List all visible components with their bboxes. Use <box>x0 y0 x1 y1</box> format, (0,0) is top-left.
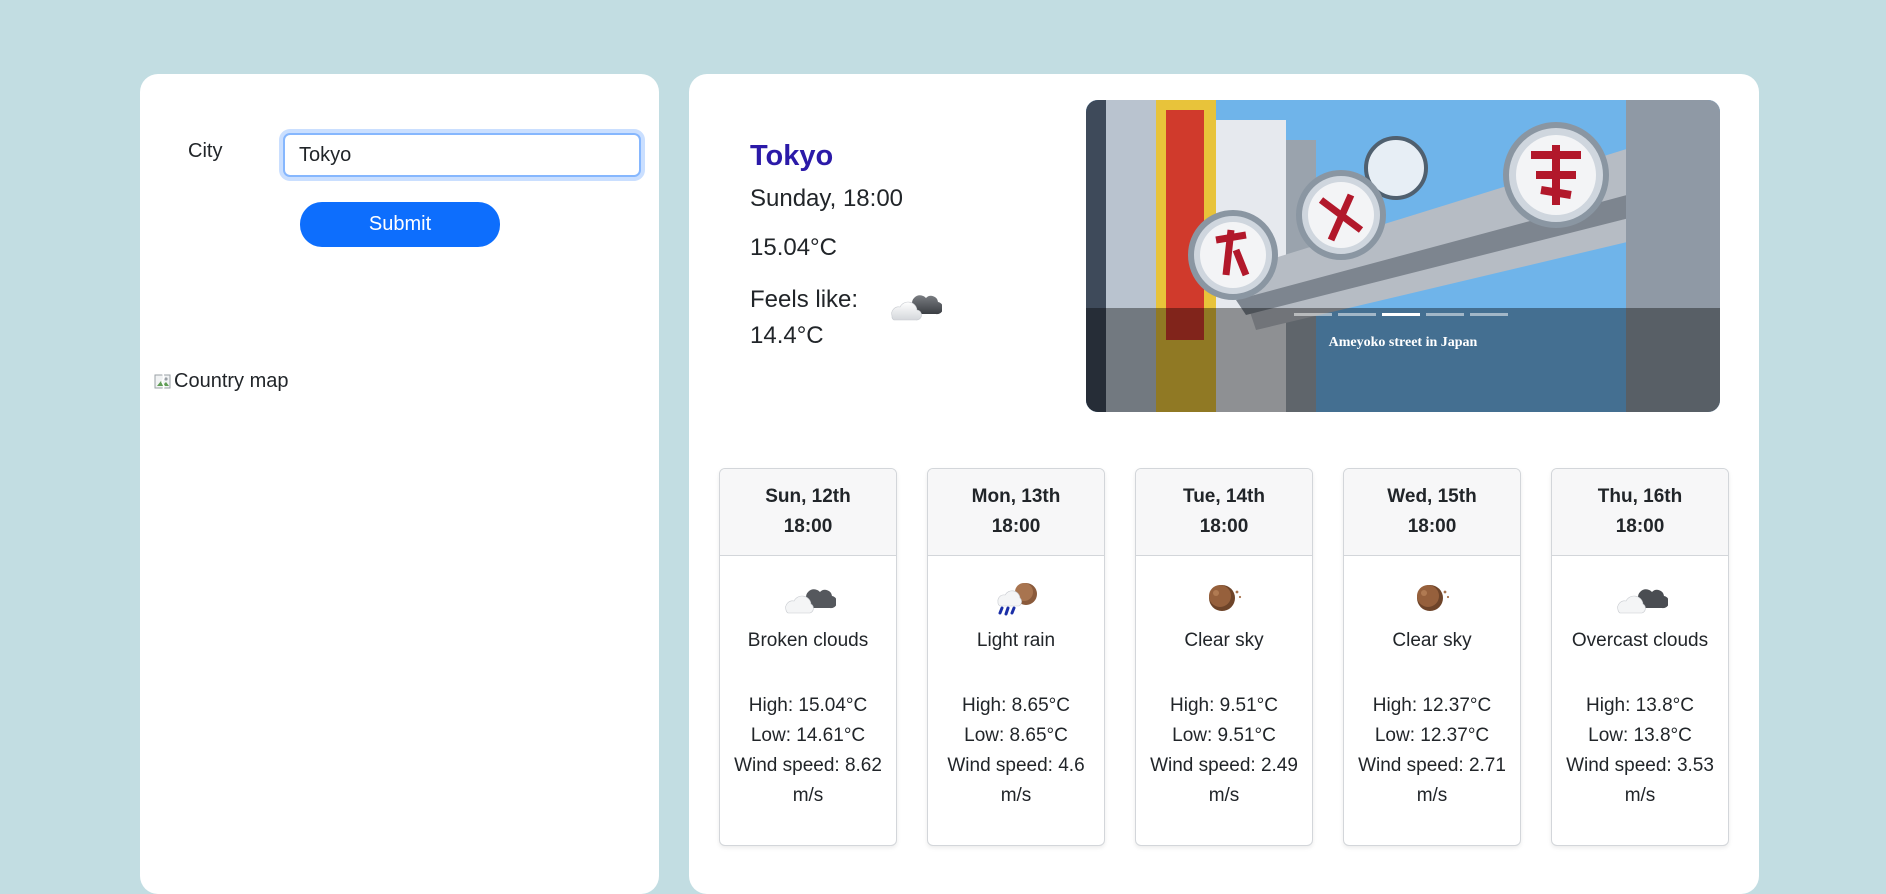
forecast-card-header: Tue, 14th 18:00 <box>1136 469 1312 556</box>
forecast-card: Tue, 14th 18:00 Clear sky High: 9.51°C L… <box>1135 468 1313 846</box>
forecast-high: High: 9.51°C <box>1170 695 1278 716</box>
clear-sky-night-icon <box>1209 585 1242 611</box>
forecast-card: Sun, 12th 18:00 Broken clouds High: 15.0… <box>719 468 897 846</box>
forecast-description: Clear sky <box>1184 630 1264 651</box>
broken-clouds-icon <box>891 295 942 321</box>
forecast-day: Tue, 14th <box>1183 486 1265 507</box>
forecast-description: Light rain <box>976 630 1056 651</box>
forecast-stats: High: 13.8°C Low: 13.8°C Wind speed: 3.5… <box>1552 691 1728 811</box>
forecast-time: 18:00 <box>1199 516 1249 537</box>
search-panel: City Submit Country map <box>140 74 659 894</box>
clear-sky-night-icon <box>1417 585 1450 611</box>
forecast-wind: Wind speed: 8.62 m/s <box>734 755 882 806</box>
forecast-high: High: 12.37°C <box>1372 695 1492 716</box>
carousel-caption-overlay <box>1086 308 1720 412</box>
forecast-low: Low: 14.61°C <box>750 725 866 746</box>
forecast-low: Low: 13.8°C <box>1588 725 1692 746</box>
forecast-description: Clear sky <box>1392 630 1472 651</box>
feels-like: Feels like: 14.4°C <box>750 282 858 354</box>
country-map-image: Country map <box>154 370 289 393</box>
carousel-indicator[interactable] <box>1294 313 1332 316</box>
carousel-indicator-active[interactable] <box>1382 313 1420 316</box>
current-temperature: 15.04°C <box>750 234 837 261</box>
carousel-indicators <box>1294 313 1508 316</box>
forecast-stats: High: 12.37°C Low: 12.37°C Wind speed: 2… <box>1344 691 1520 811</box>
current-datetime: Sunday, 18:00 <box>750 185 904 212</box>
forecast-day: Thu, 16th <box>1597 486 1683 507</box>
forecast-stats: High: 8.65°C Low: 8.65°C Wind speed: 4.6… <box>928 691 1104 811</box>
forecast-wind: Wind speed: 2.71 m/s <box>1358 755 1506 806</box>
forecast-day: Wed, 15th <box>1387 486 1477 507</box>
forecast-card: Thu, 16th 18:00 Overcast clouds High: 13… <box>1551 468 1729 846</box>
forecast-high: High: 13.8°C <box>1586 695 1694 716</box>
forecast-time: 18:00 <box>1407 516 1457 537</box>
image-carousel[interactable]: Ameyoko street in Japan <box>1086 100 1720 412</box>
forecast-time: 18:00 <box>1615 516 1665 537</box>
forecast-description: Overcast clouds <box>1571 630 1709 651</box>
light-rain-icon <box>997 583 1037 616</box>
forecast-high: High: 15.04°C <box>748 695 868 716</box>
forecast-time: 18:00 <box>991 516 1041 537</box>
city-label: City <box>188 140 223 162</box>
broken-clouds-icon <box>785 589 836 614</box>
broken-image-icon <box>154 373 172 391</box>
forecast-wind: Wind speed: 3.53 m/s <box>1566 755 1714 806</box>
forecast-stats: High: 9.51°C Low: 9.51°C Wind speed: 2.4… <box>1136 691 1312 811</box>
forecast-card-header: Wed, 15th 18:00 <box>1344 469 1520 556</box>
forecast-low: Low: 12.37°C <box>1374 725 1490 746</box>
city-input[interactable] <box>283 133 641 177</box>
forecast-card-header: Mon, 13th 18:00 <box>928 469 1104 556</box>
forecast-card: Wed, 15th 18:00 Clear sky High: 12.37°C … <box>1343 468 1521 846</box>
carousel-indicator[interactable] <box>1338 313 1376 316</box>
carousel-indicator[interactable] <box>1426 313 1464 316</box>
forecast-description: Broken clouds <box>747 630 869 651</box>
feels-like-value: 14.4°C <box>750 322 824 349</box>
overcast-clouds-icon <box>1617 589 1668 614</box>
forecast-wind: Wind speed: 4.6 m/s <box>947 755 1085 806</box>
forecast-high: High: 8.65°C <box>962 695 1070 716</box>
forecast-time: 18:00 <box>783 516 833 537</box>
weather-panel: Tokyo Sunday, 18:00 15.04°C Feels like: … <box>689 74 1759 894</box>
forecast-card-header: Sun, 12th 18:00 <box>720 469 896 556</box>
carousel-caption: Ameyoko street in Japan <box>1328 335 1478 350</box>
forecast-day: Mon, 13th <box>971 486 1061 507</box>
country-map-alt-text: Country map <box>174 370 289 392</box>
forecast-wind: Wind speed: 2.49 m/s <box>1150 755 1298 806</box>
forecast-low: Low: 8.65°C <box>964 725 1068 746</box>
current-city: Tokyo <box>750 140 834 172</box>
forecast-low: Low: 9.51°C <box>1172 725 1276 746</box>
feels-like-label: Feels like: <box>750 286 859 313</box>
carousel-indicator[interactable] <box>1470 313 1508 316</box>
submit-button[interactable]: Submit <box>300 202 500 247</box>
forecast-card-header: Thu, 16th 18:00 <box>1552 469 1728 556</box>
forecast-day: Sun, 12th <box>765 486 851 507</box>
forecast-stats: High: 15.04°C Low: 14.61°C Wind speed: 8… <box>720 691 896 811</box>
forecast-card: Mon, 13th 18:00 Light rain High: 8.65°C … <box>927 468 1105 846</box>
